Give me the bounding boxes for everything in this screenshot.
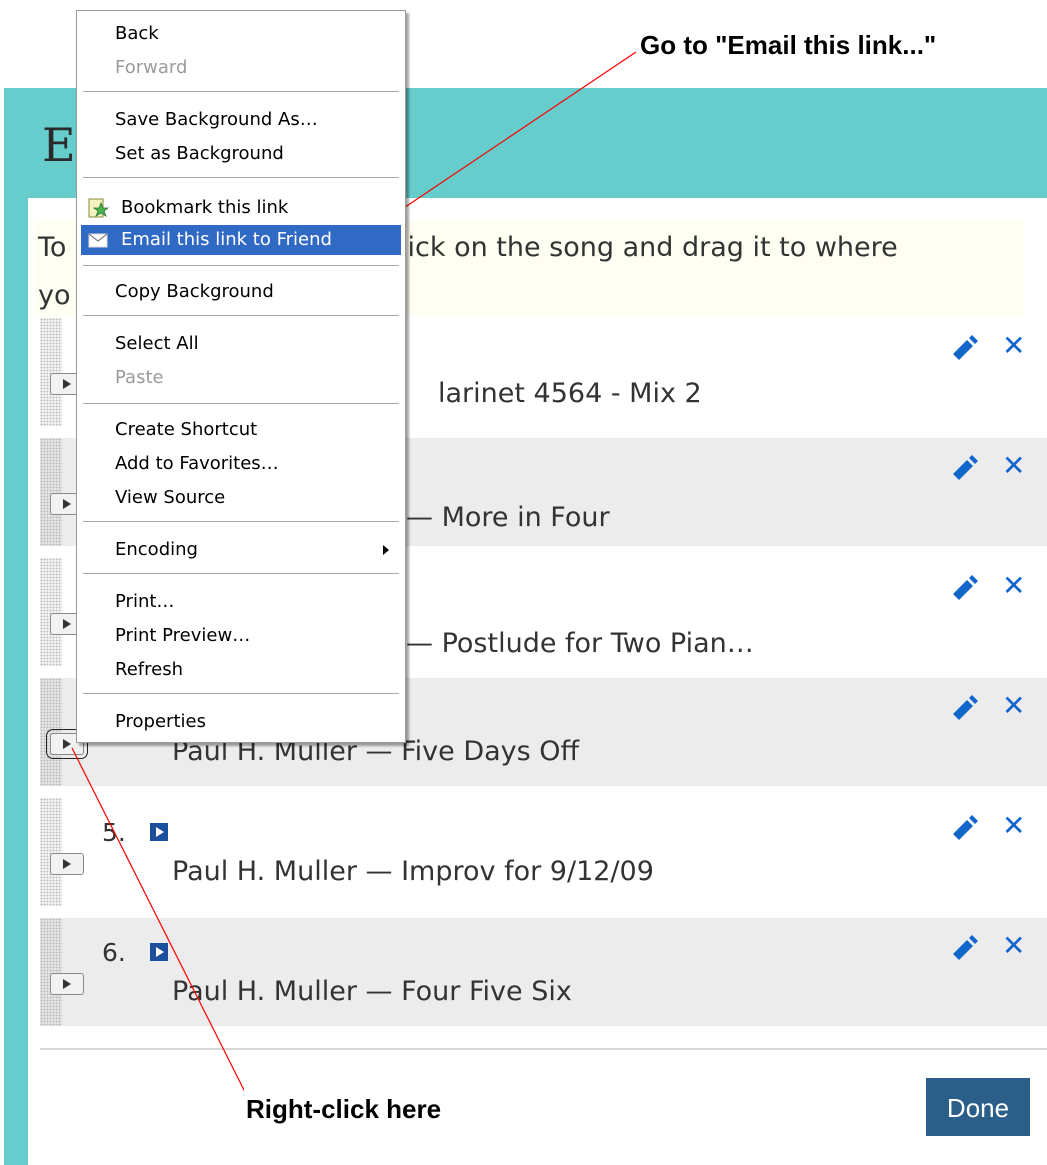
- menu-separator: [83, 177, 399, 178]
- preview-play-icon[interactable]: [150, 823, 168, 841]
- menu-item-encoding[interactable]: Encoding: [81, 535, 401, 565]
- pencil-icon[interactable]: [949, 574, 979, 600]
- pencil-icon[interactable]: [949, 334, 979, 360]
- menu-separator: [83, 403, 399, 404]
- footer-divider: [40, 1048, 1047, 1050]
- done-button[interactable]: Done: [926, 1078, 1030, 1136]
- instruction-line1-left: To: [38, 232, 67, 263]
- drag-handle[interactable]: [40, 558, 62, 666]
- close-icon[interactable]: ✕: [1002, 572, 1025, 600]
- track-number: 6.: [102, 938, 126, 967]
- envelope-icon: [88, 233, 108, 248]
- instruction-line1-right: , click on the song and drag it to where: [368, 232, 898, 263]
- song-title: Paul H. Muller — Four Five Six: [172, 976, 572, 1007]
- song-title: — Postlude for Two Pian…: [406, 628, 754, 659]
- menu-item-email-link[interactable]: Email this link to Friend: [81, 225, 401, 255]
- menu-separator: [83, 573, 399, 574]
- menu-item-paste[interactable]: Paste: [81, 363, 401, 393]
- close-icon[interactable]: ✕: [1002, 452, 1025, 480]
- close-icon[interactable]: ✕: [1002, 812, 1025, 840]
- menu-item-forward[interactable]: Forward: [81, 53, 401, 83]
- menu-item-bookmark-link[interactable]: Bookmark this link: [81, 193, 401, 223]
- drag-handle[interactable]: [40, 318, 62, 426]
- annotation-top: Go to "Email this link...": [640, 30, 937, 60]
- close-icon[interactable]: ✕: [1002, 332, 1025, 360]
- close-icon[interactable]: ✕: [1002, 932, 1025, 960]
- menu-item-print-preview[interactable]: Print Preview…: [81, 621, 401, 651]
- playlist-row[interactable]: 6. Paul H. Muller — Four Five Six ✕: [40, 918, 1047, 1026]
- bookmark-star-icon: [88, 198, 109, 218]
- drag-handle[interactable]: [40, 918, 62, 1026]
- song-title: Paul H. Muller — Improv for 9/12/09: [172, 856, 654, 887]
- menu-item-print[interactable]: Print…: [81, 587, 401, 617]
- drag-handle[interactable]: [40, 438, 62, 546]
- menu-separator: [83, 91, 399, 92]
- menu-item-set-background[interactable]: Set as Background: [81, 139, 401, 169]
- menu-item-properties[interactable]: Properties: [81, 707, 401, 737]
- menu-item-select-all[interactable]: Select All: [81, 329, 401, 359]
- play-button[interactable]: [50, 853, 84, 875]
- menu-item-copy-background[interactable]: Copy Background: [81, 277, 401, 307]
- submenu-arrow-icon: [383, 545, 389, 555]
- menu-separator: [83, 693, 399, 694]
- menu-item-save-background[interactable]: Save Background As…: [81, 105, 401, 135]
- annotation-bottom: Right-click here: [244, 1082, 630, 1136]
- pencil-icon[interactable]: [949, 694, 979, 720]
- menu-item-add-favorites[interactable]: Add to Favorites…: [81, 449, 401, 479]
- pencil-icon[interactable]: [949, 814, 979, 840]
- menu-item-label: Encoding: [115, 539, 198, 560]
- drag-handle[interactable]: [40, 798, 62, 906]
- play-button[interactable]: [50, 973, 84, 995]
- pencil-icon[interactable]: [949, 934, 979, 960]
- menu-item-label: Bookmark this link: [121, 197, 289, 218]
- song-title: — More in Four: [406, 502, 610, 533]
- pencil-icon[interactable]: [949, 454, 979, 480]
- menu-item-back[interactable]: Back: [81, 19, 401, 49]
- menu-item-label: Email this link to Friend: [121, 229, 332, 250]
- preview-play-icon[interactable]: [150, 943, 168, 961]
- context-menu: Back Forward Save Background As… Set as …: [76, 10, 406, 743]
- menu-item-refresh[interactable]: Refresh: [81, 655, 401, 685]
- close-icon[interactable]: ✕: [1002, 692, 1025, 720]
- track-number: 5.: [102, 818, 126, 847]
- drag-handle[interactable]: [40, 678, 62, 786]
- instruction-line2: yo: [38, 280, 71, 311]
- menu-item-view-source[interactable]: View Source: [81, 483, 401, 513]
- menu-separator: [83, 315, 399, 316]
- menu-item-create-shortcut[interactable]: Create Shortcut: [81, 415, 401, 445]
- menu-separator: [83, 521, 399, 522]
- dialog-title: E: [42, 118, 76, 172]
- menu-separator: [83, 265, 399, 266]
- playlist-row[interactable]: 5. Paul H. Muller — Improv for 9/12/09 ✕: [40, 798, 1047, 906]
- song-title: larinet 4564 - Mix 2: [438, 378, 702, 409]
